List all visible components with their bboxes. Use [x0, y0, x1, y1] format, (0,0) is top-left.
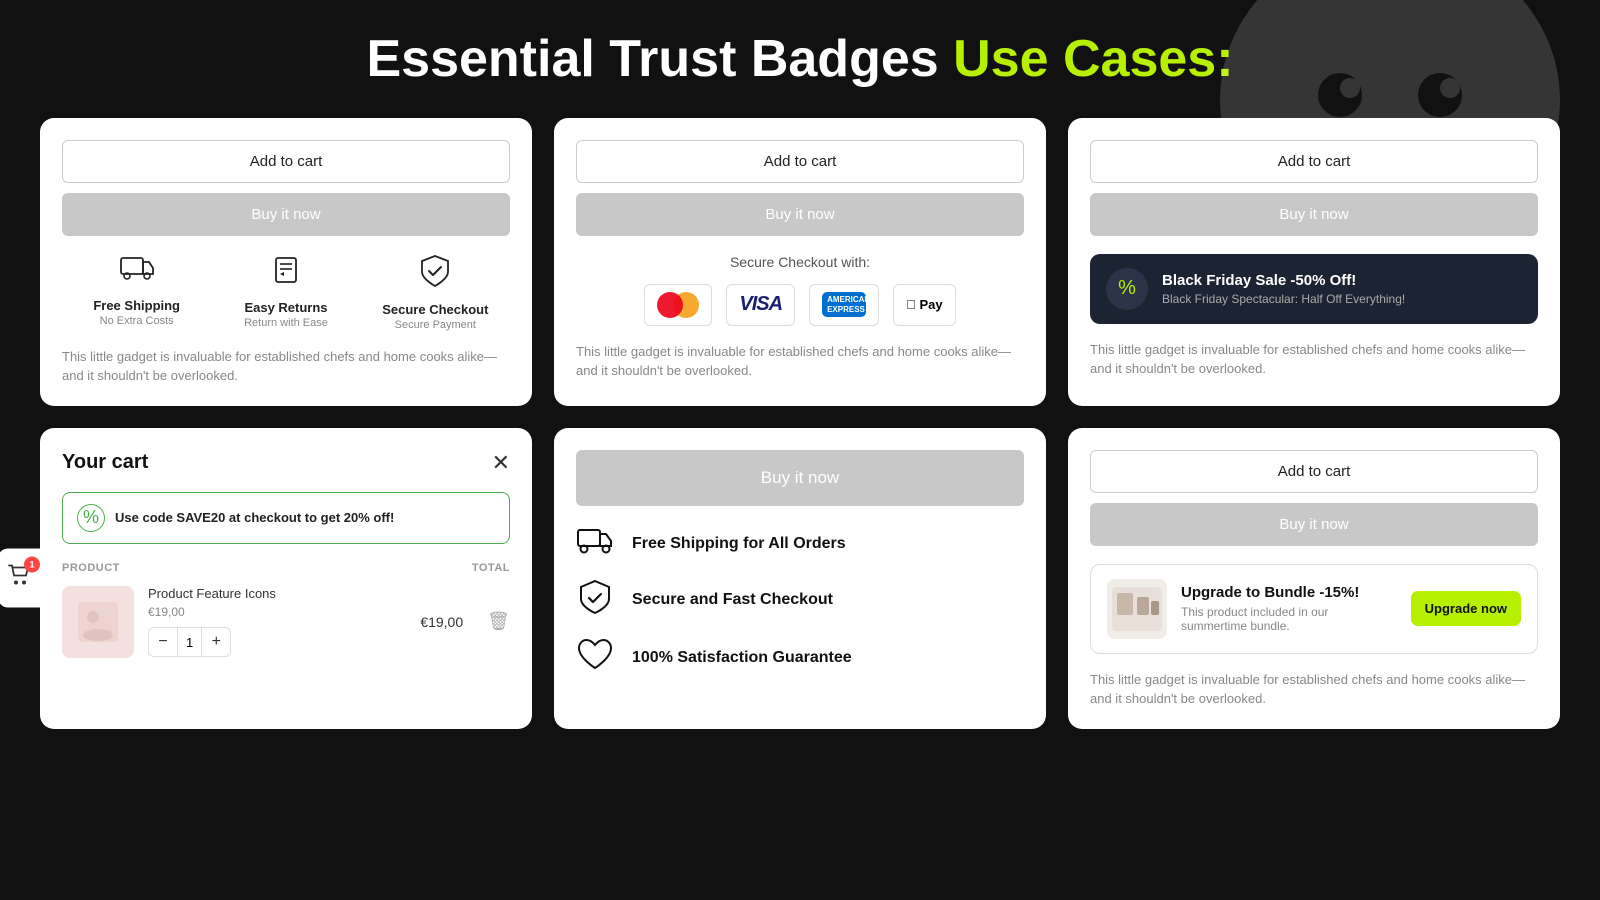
- card1-desc: This little gadget is invaluable for est…: [62, 347, 510, 386]
- cart-icon-wrap: 1: [6, 563, 32, 594]
- badge-easy-returns: Easy Returns Return with Ease: [212, 254, 360, 329]
- title-white: Essential Trust Badges: [366, 30, 953, 88]
- card-bundle: Add to cart Buy it now Upgrade to Bundle…: [1068, 428, 1560, 729]
- qty-control: − 1 +: [148, 627, 231, 657]
- card2-add-to-cart[interactable]: Add to cart: [576, 140, 1024, 183]
- badge1-title: Free Shipping: [93, 298, 180, 313]
- col-total: TOTAL: [472, 562, 510, 574]
- badge3-sub: Secure Payment: [395, 319, 476, 331]
- payment-icons-row: VISA AMERICANEXPRESS  Pay: [576, 284, 1024, 326]
- badge2-sub: Return with Ease: [244, 317, 328, 329]
- feature2-label: Secure and Fast Checkout: [632, 591, 833, 609]
- card2-buy-now[interactable]: Buy it now: [576, 193, 1024, 236]
- mastercard-icon: [644, 284, 712, 326]
- card-features: Buy it now Free Shipping for All Orders: [554, 428, 1046, 729]
- cart-sidebar-hint: 1: [0, 549, 40, 608]
- feature-heart-icon: [576, 638, 614, 679]
- card-bundle-buy-now[interactable]: Buy it now: [1090, 503, 1538, 546]
- bundle-info: Upgrade to Bundle -15%! This product inc…: [1181, 584, 1397, 633]
- card3-buy-now[interactable]: Buy it now: [1090, 193, 1538, 236]
- card1-buy-now[interactable]: Buy it now: [62, 193, 510, 236]
- cart-badge: 1: [24, 557, 40, 573]
- qty-increase[interactable]: +: [202, 628, 230, 656]
- page-title: Essential Trust Badges Use Cases:: [40, 30, 1560, 90]
- cart-item-total: €19,00: [420, 614, 463, 630]
- cart-item-image: [62, 586, 134, 658]
- card3-add-to-cart[interactable]: Add to cart: [1090, 140, 1538, 183]
- card-buy-now[interactable]: Buy it now: [576, 450, 1024, 506]
- truck-icon: [120, 254, 154, 292]
- bf-title: Black Friday Sale -50% Off!: [1162, 272, 1405, 289]
- bundle-upgrade-button[interactable]: Upgrade now: [1411, 591, 1521, 626]
- card2-desc: This little gadget is invaluable for est…: [576, 342, 1024, 381]
- feature-list: Free Shipping for All Orders Secure and …: [576, 526, 1024, 679]
- black-friday-banner: % Black Friday Sale -50% Off! Black Frid…: [1090, 254, 1538, 324]
- visa-icon: VISA: [726, 284, 795, 326]
- card-black-friday: Add to cart Buy it now % Black Friday Sa…: [1068, 118, 1560, 406]
- bf-percent-icon: %: [1106, 268, 1148, 310]
- returns-icon: [270, 254, 302, 294]
- qty-decrease[interactable]: −: [149, 628, 177, 656]
- feature-truck-icon: [576, 526, 614, 563]
- cart-title: Your cart: [62, 451, 148, 474]
- col-product: PRODUCT: [62, 562, 120, 574]
- cart-item-info: Product Feature Icons €19,00 − 1 +: [148, 586, 406, 657]
- feature-shield-icon: [576, 579, 614, 622]
- amex-icon: AMERICANEXPRESS: [809, 284, 879, 326]
- badge-free-shipping: Free Shipping No Extra Costs: [63, 254, 211, 327]
- card-trust-badges: Add to cart Buy it now Free Shipping No …: [40, 118, 532, 406]
- badge3-title: Secure Checkout: [382, 302, 488, 317]
- bundle-title: Upgrade to Bundle -15%!: [1181, 584, 1397, 601]
- card-cart: 1 Your cart ✕ % Use code SAVE20 at check…: [40, 428, 532, 729]
- secure-checkout-title: Secure Checkout with:: [576, 254, 1024, 270]
- card-payment-icons: Add to cart Buy it now Secure Checkout w…: [554, 118, 1046, 406]
- cart-close-button[interactable]: ✕: [492, 450, 510, 476]
- bf-sub: Black Friday Spectacular: Half Off Every…: [1162, 292, 1405, 306]
- badge-secure-checkout: Secure Checkout Secure Payment: [361, 254, 509, 331]
- promo-banner: % Use code SAVE20 at checkout to get 20%…: [62, 492, 510, 544]
- promo-percent-icon: %: [77, 504, 105, 532]
- page-background: Essential Trust Badges Use Cases: Add to…: [0, 0, 1600, 900]
- feature-shipping: Free Shipping for All Orders: [576, 526, 1024, 563]
- feature-secure: Secure and Fast Checkout: [576, 579, 1024, 622]
- cards-grid: Add to cart Buy it now Free Shipping No …: [40, 118, 1560, 729]
- badge2-title: Easy Returns: [244, 300, 327, 315]
- bundle-sub: This product included in our summertime …: [1181, 605, 1397, 633]
- shield-icon: [420, 254, 450, 296]
- applepay-icon:  Pay: [893, 284, 956, 326]
- bundle-image: [1107, 579, 1167, 639]
- card-bundle-add-to-cart[interactable]: Add to cart: [1090, 450, 1538, 493]
- cart-item-price: €19,00: [148, 605, 406, 619]
- bundle-desc: This little gadget is invaluable for est…: [1090, 670, 1538, 709]
- bf-text: Black Friday Sale -50% Off! Black Friday…: [1162, 272, 1405, 306]
- cart-item: Product Feature Icons €19,00 − 1 + €19,0…: [62, 586, 510, 658]
- feature1-label: Free Shipping for All Orders: [632, 535, 846, 553]
- badges-row: Free Shipping No Extra Costs Easy Return…: [62, 254, 510, 331]
- promo-text: Use code SAVE20 at checkout to get 20% o…: [115, 510, 394, 525]
- title-accent: Use Cases:: [953, 30, 1233, 88]
- cart-item-name: Product Feature Icons: [148, 586, 406, 601]
- badge1-sub: No Extra Costs: [100, 315, 174, 327]
- card3-desc: This little gadget is invaluable for est…: [1090, 340, 1538, 379]
- cart-header: Your cart ✕: [62, 450, 510, 476]
- feature3-label: 100% Satisfaction Guarantee: [632, 649, 852, 667]
- qty-value: 1: [177, 628, 202, 656]
- feature-satisfaction: 100% Satisfaction Guarantee: [576, 638, 1024, 679]
- card1-add-to-cart[interactable]: Add to cart: [62, 140, 510, 183]
- cart-delete-button[interactable]: 🗑: [487, 611, 510, 632]
- cart-table-header: PRODUCT TOTAL: [62, 562, 510, 574]
- bundle-banner: Upgrade to Bundle -15%! This product inc…: [1090, 564, 1538, 654]
